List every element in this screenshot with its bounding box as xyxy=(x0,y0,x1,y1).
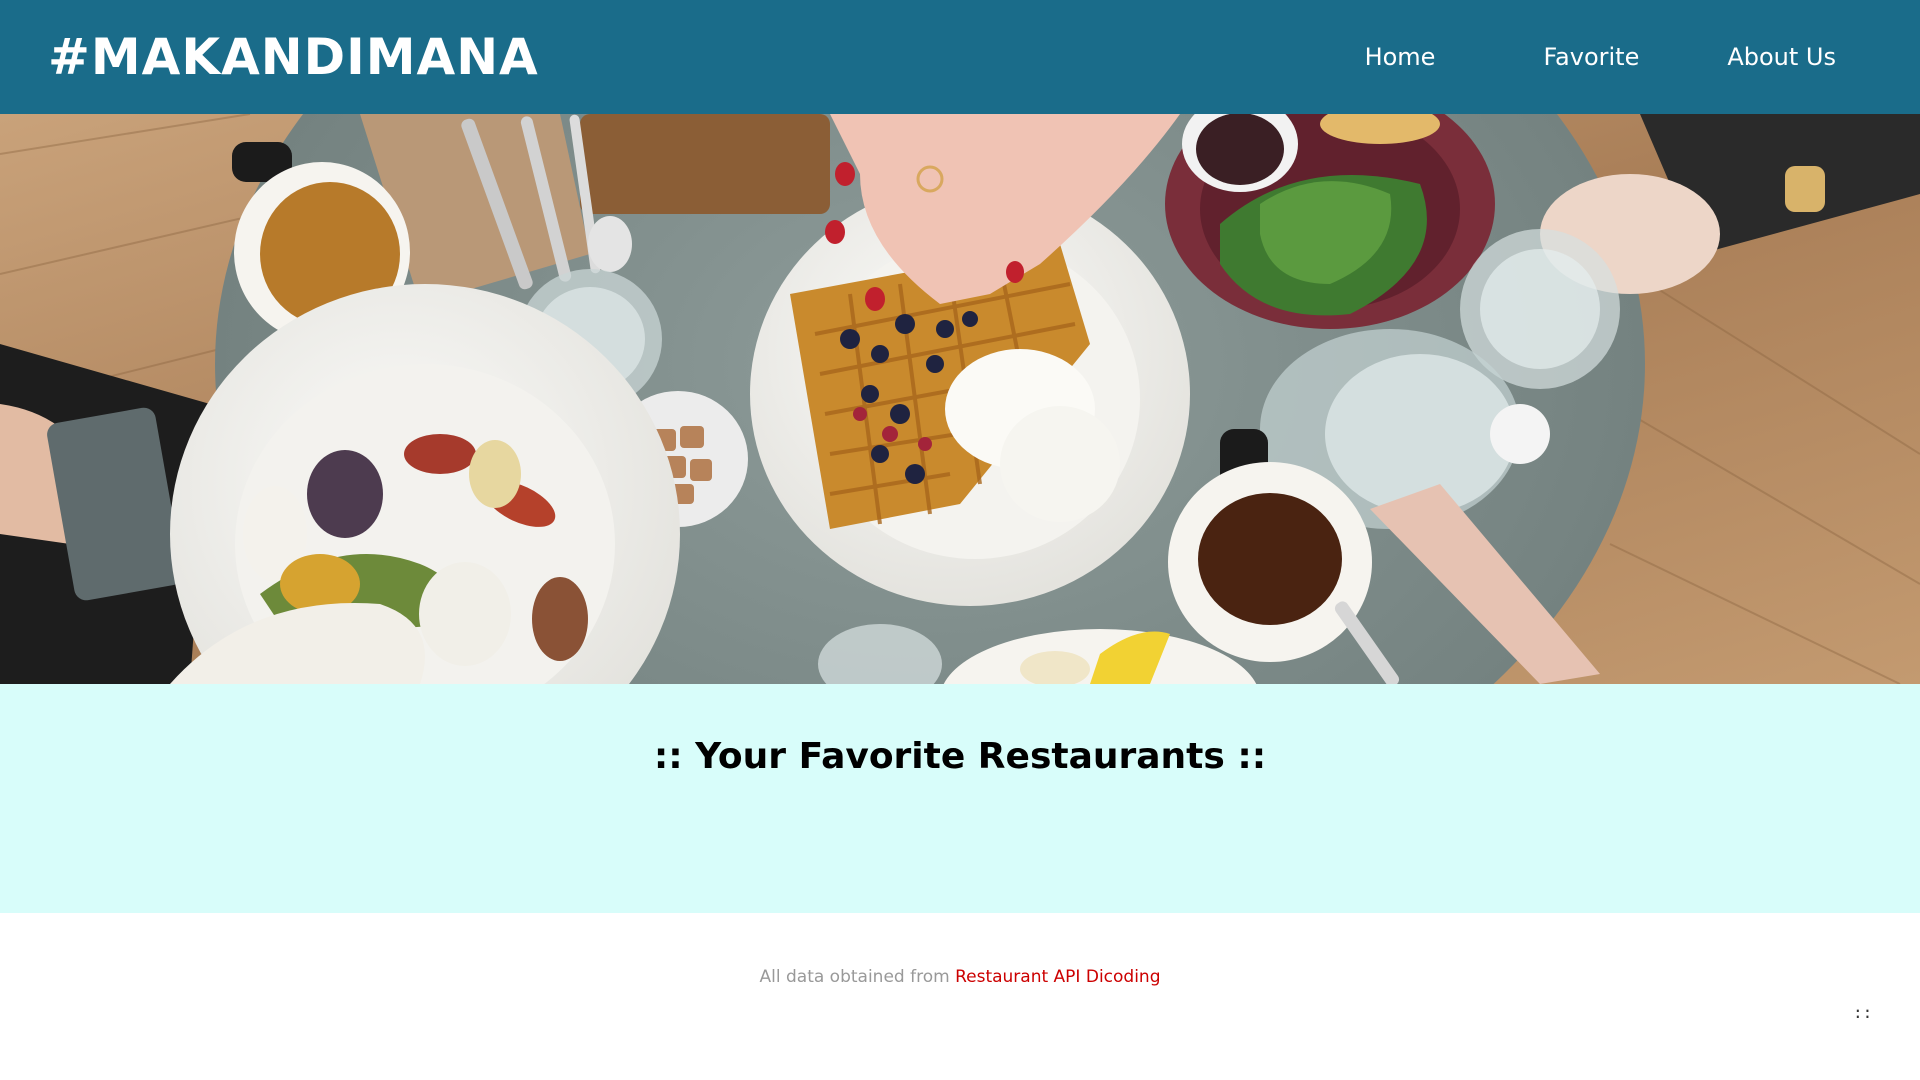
nav-link-favorite[interactable]: Favorite xyxy=(1543,43,1639,71)
credit-prefix: All data obtained from xyxy=(759,967,950,987)
brand-logo[interactable]: #MAKANDIMANA xyxy=(48,28,539,86)
nav-link-about-us[interactable]: About Us xyxy=(1727,43,1836,71)
data-credit: All data obtained from Restaurant API Di… xyxy=(0,967,1920,987)
corner-mark: :: xyxy=(1853,1003,1873,1022)
page-footer: All data obtained from Restaurant API Di… xyxy=(0,913,1920,1080)
restaurant-api-link[interactable]: Restaurant API Dicoding xyxy=(955,967,1160,987)
favorite-restaurants-section: :: Your Favorite Restaurants :: xyxy=(0,684,1920,913)
main-nav: Home Favorite About Us xyxy=(1365,0,1836,114)
nav-link-home[interactable]: Home xyxy=(1365,43,1436,71)
section-title: :: Your Favorite Restaurants :: xyxy=(653,736,1267,777)
restaurant-table-photo xyxy=(0,114,1920,684)
top-navbar: #MAKANDIMANA Home Favorite About Us xyxy=(0,0,1920,114)
hero-image xyxy=(0,114,1920,684)
